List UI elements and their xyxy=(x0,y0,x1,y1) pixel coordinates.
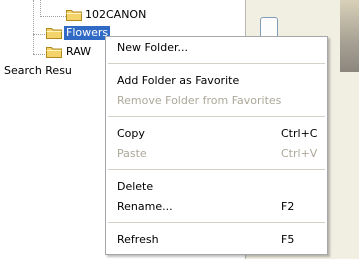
menu-item-shortcut: Ctrl+C xyxy=(281,127,318,140)
menu-item-label: New Folder... xyxy=(117,41,188,54)
menu-item-rename[interactable]: Rename... F2 xyxy=(106,197,327,217)
menu-item-label: Add Folder as Favorite xyxy=(117,74,240,87)
menu-item-label: Paste xyxy=(117,147,147,160)
thumbnail-image[interactable] xyxy=(340,0,359,72)
tree-item-102canon[interactable]: 102CANON xyxy=(85,8,146,22)
tree-item-raw[interactable]: RAW xyxy=(66,45,91,59)
menu-separator xyxy=(108,169,325,170)
tree-connector xyxy=(33,0,34,54)
context-menu: New Folder... Add Folder as Favorite Rem… xyxy=(105,36,328,255)
menu-separator xyxy=(108,63,325,64)
menu-item-label: Delete xyxy=(117,180,154,193)
tree-connector xyxy=(40,16,66,17)
menu-item-copy[interactable]: Copy Ctrl+C xyxy=(106,124,327,144)
menu-item-new-folder[interactable]: New Folder... xyxy=(106,38,327,58)
menu-item-shortcut: F2 xyxy=(281,200,295,213)
tree-connector xyxy=(40,0,41,17)
menu-item-refresh[interactable]: Refresh F5 xyxy=(106,230,327,250)
menu-separator xyxy=(108,116,325,117)
menu-item-label: Rename... xyxy=(117,200,173,213)
folder-icon xyxy=(46,47,62,58)
folder-icon xyxy=(66,10,82,21)
tree-item-flowers[interactable]: Flowers xyxy=(64,26,111,40)
menu-item-remove-favorite[interactable]: Remove Folder from Favorites xyxy=(106,91,327,111)
tree-item-search-results[interactable]: Search Resu xyxy=(4,64,72,78)
folder-icon xyxy=(46,28,62,39)
menu-item-add-favorite[interactable]: Add Folder as Favorite xyxy=(106,71,327,91)
menu-item-label: Remove Folder from Favorites xyxy=(117,94,282,107)
menu-item-label: Refresh xyxy=(117,233,159,246)
menu-separator xyxy=(108,222,325,223)
menu-item-paste[interactable]: Paste Ctrl+V xyxy=(106,144,327,164)
menu-item-shortcut: F5 xyxy=(281,233,295,246)
menu-item-label: Copy xyxy=(117,127,145,140)
menu-item-shortcut: Ctrl+V xyxy=(281,147,318,160)
menu-item-delete[interactable]: Delete xyxy=(106,177,327,197)
